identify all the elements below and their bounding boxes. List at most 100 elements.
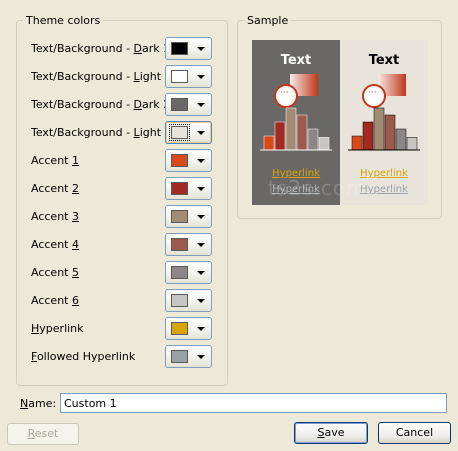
save-label: ave xyxy=(324,426,345,439)
color-picker-button[interactable] xyxy=(165,37,212,60)
sample-bar xyxy=(384,114,396,151)
reset-accel: R xyxy=(27,427,35,440)
reset-button[interactable]: Reset xyxy=(7,423,79,445)
color-picker-button[interactable] xyxy=(165,205,212,228)
color-swatch xyxy=(171,182,188,195)
theme-color-label: Accent 3 xyxy=(31,210,79,224)
callout-dots-dark: ··· xyxy=(280,88,289,98)
label-accelerator: D xyxy=(133,42,143,55)
label-accelerator: 5 xyxy=(71,266,79,279)
sample-bar xyxy=(274,121,286,151)
color-swatch xyxy=(171,238,188,251)
dropdown-arrow-icon xyxy=(197,131,205,135)
sample-bar xyxy=(373,107,385,151)
save-button[interactable]: Save xyxy=(294,422,368,444)
label-accelerator: 6 xyxy=(71,294,79,307)
label-accelerator: 4 xyxy=(71,238,79,251)
sample-dark-graphic xyxy=(260,74,332,151)
reset-label: eset xyxy=(34,427,59,440)
sample-light-followed-hyperlink: Hyperlink xyxy=(360,184,408,195)
theme-color-label: Accent 5 xyxy=(31,266,79,280)
sample-dark-followed-hyperlink: Hyperlink xyxy=(272,184,320,195)
theme-color-label: Accent 6 xyxy=(31,294,79,308)
color-picker-button[interactable] xyxy=(165,317,212,340)
label-prefix: Text/Background - xyxy=(31,98,134,111)
label-prefix: Accent xyxy=(31,294,72,307)
color-picker-button[interactable] xyxy=(165,345,212,368)
label-prefix: Accent xyxy=(31,210,72,223)
color-picker-button[interactable] xyxy=(165,289,212,312)
sample-light-hyperlink: Hyperlink xyxy=(360,168,408,179)
label-prefix: Text/Background - xyxy=(31,42,134,55)
sample-dark-panel: Text ··· Hyperlink Hyperlink xyxy=(252,40,340,205)
color-swatch xyxy=(171,70,188,83)
sample-bar xyxy=(285,107,297,151)
sample-dark-bars xyxy=(263,107,330,151)
label-prefix: Accent xyxy=(31,238,72,251)
name-label-accel: N xyxy=(20,397,29,410)
sample-legend: Sample xyxy=(247,14,289,27)
theme-color-label: Text/Background - Light 1 xyxy=(31,70,172,84)
sample-dark-hyperlink: Hyperlink xyxy=(272,168,320,179)
color-picker-button[interactable] xyxy=(165,65,212,88)
label-prefix: Accent xyxy=(31,182,72,195)
color-picker-button[interactable] xyxy=(165,261,212,284)
theme-color-label: Accent 4 xyxy=(31,238,79,252)
label-prefix: Accent xyxy=(31,266,72,279)
label-suffix: ollowed Hyperlink xyxy=(36,350,136,363)
color-swatch xyxy=(171,210,188,223)
color-picker-button[interactable] xyxy=(165,149,212,172)
color-swatch xyxy=(171,154,188,167)
color-swatch xyxy=(171,322,188,335)
sample-light-panel: Text ··· Hyperlink Hyperlink xyxy=(340,40,428,205)
sample-light-graphic xyxy=(348,74,420,151)
label-suffix: yperlink xyxy=(39,322,84,335)
theme-color-label: Text/Background - Dark 2 xyxy=(31,98,170,112)
theme-color-label: Hyperlink xyxy=(31,322,84,336)
color-swatch xyxy=(171,350,188,363)
dropdown-arrow-icon xyxy=(197,187,205,191)
label-prefix: Accent xyxy=(31,154,72,167)
dropdown-arrow-icon xyxy=(197,75,205,79)
dropdown-arrow-icon xyxy=(197,355,205,359)
sample-bar xyxy=(318,137,330,151)
sample-bar xyxy=(406,137,418,151)
color-picker-button[interactable] xyxy=(165,177,212,200)
theme-color-label: Followed Hyperlink xyxy=(31,350,135,364)
color-swatch xyxy=(171,294,188,307)
label-accelerator: D xyxy=(133,98,143,111)
name-input[interactable] xyxy=(60,393,447,413)
dropdown-arrow-icon xyxy=(197,215,205,219)
dropdown-arrow-icon xyxy=(197,243,205,247)
theme-color-label: Text/Background - Dark 1 xyxy=(31,42,170,56)
sample-bar xyxy=(296,114,308,151)
name-label: Name: xyxy=(20,397,56,410)
color-picker-button[interactable] xyxy=(165,93,212,116)
name-label-text: ame: xyxy=(28,397,57,410)
sample-bar xyxy=(362,121,374,151)
sample-bar xyxy=(307,128,319,151)
sample-light-bars xyxy=(351,107,418,151)
theme-color-label: Text/Background - Light 2 xyxy=(31,126,172,140)
color-swatch xyxy=(169,124,190,141)
label-prefix: Text/Background - xyxy=(31,126,134,139)
label-prefix: Text/Background - xyxy=(31,70,134,83)
dropdown-arrow-icon xyxy=(197,327,205,331)
label-accelerator: 1 xyxy=(71,154,79,167)
color-picker-button[interactable] xyxy=(165,121,212,144)
sample-bar xyxy=(351,135,363,151)
color-swatch xyxy=(171,98,188,111)
dropdown-arrow-icon xyxy=(197,299,205,303)
dropdown-arrow-icon xyxy=(197,271,205,275)
dropdown-arrow-icon xyxy=(197,159,205,163)
dropdown-arrow-icon xyxy=(197,103,205,107)
theme-color-label: Accent 2 xyxy=(31,182,79,196)
theme-color-label: Accent 1 xyxy=(31,154,79,168)
cancel-button[interactable]: Cancel xyxy=(378,422,451,444)
color-swatch xyxy=(171,42,188,55)
sample-bar xyxy=(395,128,407,151)
color-picker-button[interactable] xyxy=(165,233,212,256)
color-swatch xyxy=(171,266,188,279)
theme-colors-legend: Theme colors xyxy=(26,14,101,27)
dropdown-arrow-icon xyxy=(197,47,205,51)
